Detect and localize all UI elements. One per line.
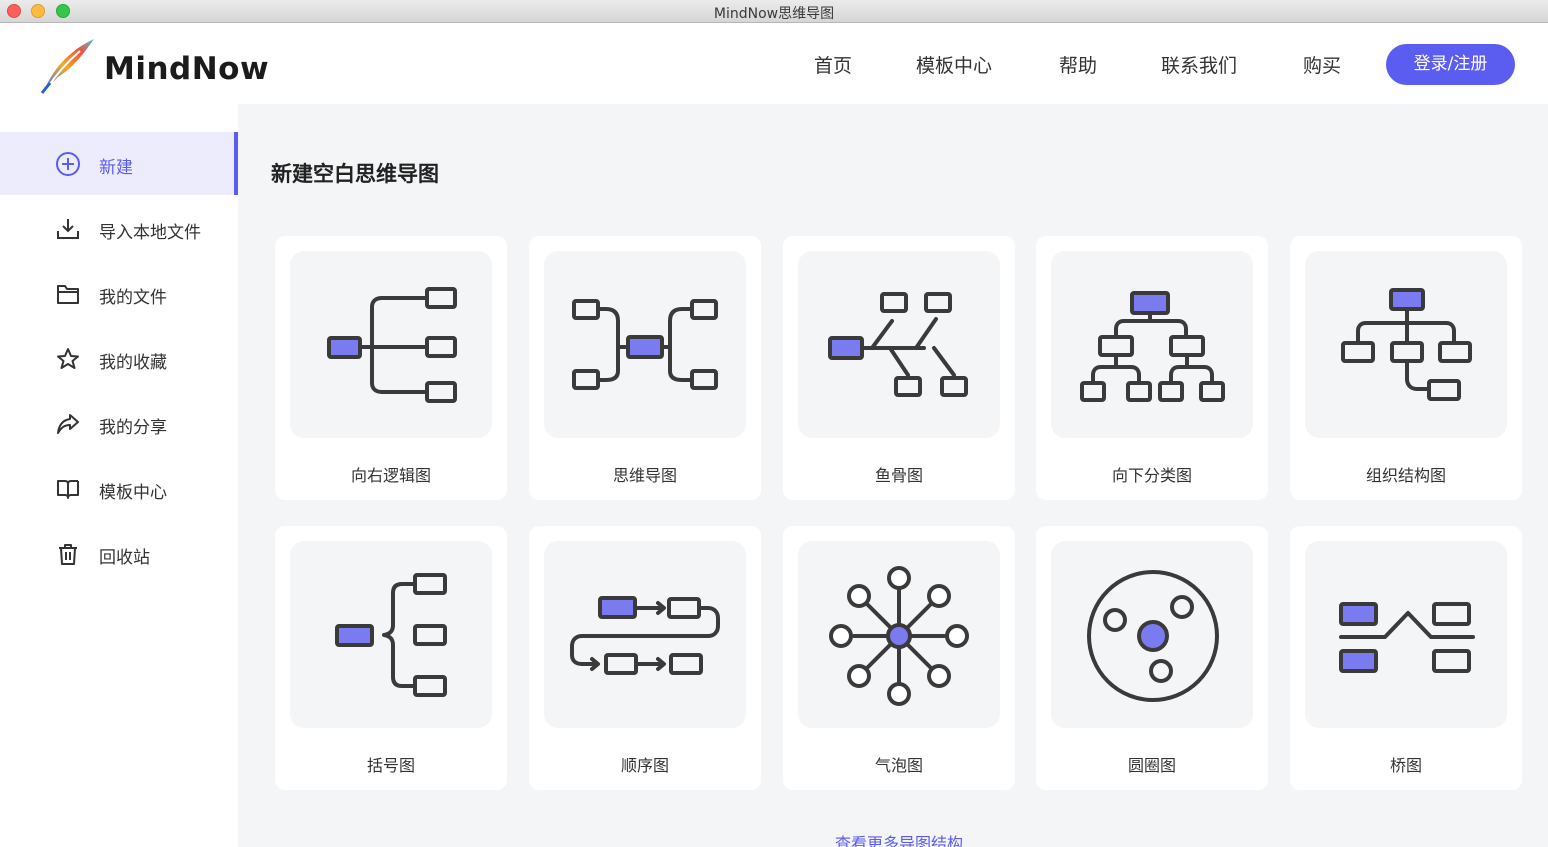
nav-help[interactable]: 帮助 [1059, 51, 1097, 78]
sidebar-item-label: 模板中心 [99, 483, 167, 503]
sidebar-item-shares[interactable]: 我的分享 [0, 392, 238, 455]
section-title: 新建空白思维导图 [271, 162, 439, 186]
template-card-logic-right[interactable]: 向右逻辑图 [275, 236, 507, 500]
brand-name: MindNow [104, 51, 270, 87]
mindmap-icon [572, 299, 718, 390]
sidebar-item-label: 回收站 [99, 548, 150, 568]
card-preview [798, 541, 1000, 728]
nav-home[interactable]: 首页 [814, 51, 852, 78]
card-label: 思维导图 [612, 466, 677, 485]
bubble-icon [829, 566, 969, 706]
card-preview [1305, 541, 1507, 728]
template-card-circle-map[interactable]: 圆圈图 [1036, 526, 1268, 790]
card-label: 顺序图 [620, 756, 669, 775]
trash-icon [59, 544, 77, 565]
card-preview [798, 251, 1000, 438]
sidebar-item-label: 我的分享 [99, 418, 167, 438]
more-structures-link[interactable]: 查看更多导图结构 [238, 830, 1548, 847]
card-label: 鱼骨图 [874, 466, 923, 485]
template-card-fishbone[interactable]: 鱼骨图 [783, 236, 1015, 500]
folder-icon [57, 285, 79, 304]
plus-circle-icon [56, 152, 80, 176]
template-card-tree-down[interactable]: 向下分类图 [1036, 236, 1268, 500]
template-card-sequence[interactable]: 顺序图 [529, 526, 761, 790]
app-header: MindNow 首页 模板中心 帮助 联系我们 购买 登录/注册 [0, 23, 1548, 104]
nav-contact[interactable]: 联系我们 [1161, 51, 1237, 78]
card-label: 气泡图 [874, 756, 923, 775]
template-card-bridge[interactable]: 桥图 [1290, 526, 1522, 790]
book-icon [57, 480, 79, 499]
nav-templates[interactable]: 模板中心 [916, 51, 992, 78]
main-content: 新建空白思维导图 向右逻辑图 思维导图 鱼骨图 向下分类图 组织结构图 括号图 … [238, 104, 1548, 847]
nav-buy[interactable]: 购买 [1303, 51, 1341, 78]
card-preview [544, 541, 746, 728]
template-card-org-chart[interactable]: 组织结构图 [1290, 236, 1522, 500]
template-card-bubble[interactable]: 气泡图 [783, 526, 1015, 790]
share-icon [57, 414, 79, 434]
logic-right-icon [327, 287, 457, 403]
card-label: 括号图 [366, 756, 415, 775]
template-card-brace[interactable]: 括号图 [275, 526, 507, 790]
logo-icon [40, 39, 94, 94]
card-preview [1051, 251, 1253, 438]
card-preview [1051, 541, 1253, 728]
card-label: 桥图 [1389, 756, 1422, 775]
org-chart-icon [1341, 288, 1472, 401]
star-icon [57, 348, 79, 369]
window-title: MindNow思维导图 [713, 6, 835, 22]
sidebar-item-templates[interactable]: 模板中心 [0, 457, 238, 520]
brace-icon [335, 573, 447, 697]
card-label: 组织结构图 [1365, 466, 1446, 485]
card-label: 圆圈图 [1127, 756, 1176, 775]
fishbone-icon [828, 292, 968, 397]
card-preview [544, 251, 746, 438]
card-preview [1305, 251, 1507, 438]
sidebar: 新建 导入本地文件 我的文件 我的收藏 我的分享 模板中心 回收站 [0, 104, 238, 847]
template-card-mindmap[interactable]: 思维导图 [529, 236, 761, 500]
card-preview [290, 541, 492, 728]
card-label: 向下分类图 [1111, 466, 1192, 485]
circle-map-icon [1087, 570, 1219, 702]
sidebar-item-favorites[interactable]: 我的收藏 [0, 327, 238, 390]
import-icon [57, 219, 79, 239]
card-preview [290, 251, 492, 438]
card-label: 向右逻辑图 [350, 466, 431, 485]
sidebar-item-label: 新建 [99, 158, 133, 178]
sidebar-item-new[interactable]: 新建 [0, 132, 238, 195]
tree-down-icon [1080, 291, 1225, 402]
window-titlebar: MindNow思维导图 [0, 0, 1548, 23]
sidebar-item-import[interactable]: 导入本地文件 [0, 197, 238, 260]
bridge-icon [1339, 602, 1475, 673]
sidebar-item-trash[interactable]: 回收站 [0, 522, 238, 585]
sidebar-item-label: 我的文件 [99, 288, 167, 308]
sidebar-item-label: 导入本地文件 [99, 223, 201, 243]
sidebar-item-my-files[interactable]: 我的文件 [0, 262, 238, 325]
login-register-button[interactable]: 登录/注册 [1386, 44, 1515, 85]
sidebar-item-label: 我的收藏 [99, 353, 167, 373]
sequence-icon [570, 596, 720, 675]
